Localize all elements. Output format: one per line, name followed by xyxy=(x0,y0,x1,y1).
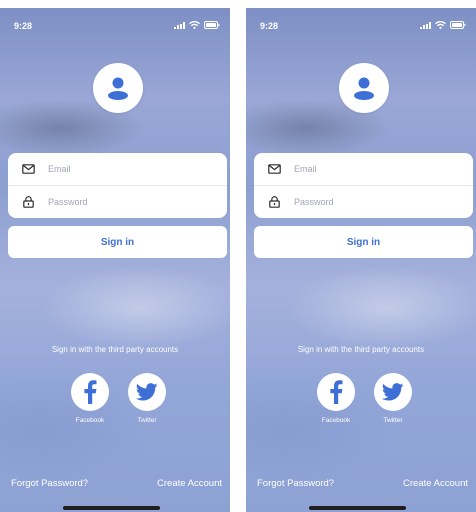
facebook-button[interactable] xyxy=(71,373,109,411)
home-indicator xyxy=(309,506,406,510)
lock-icon xyxy=(254,196,294,208)
avatar xyxy=(339,63,389,113)
mail-icon xyxy=(254,164,294,174)
twitter-label: Twitter xyxy=(383,417,403,424)
status-icons xyxy=(420,21,466,29)
twitter-icon xyxy=(136,383,158,401)
third-party-prompt: Sign in with the third party accounts xyxy=(51,345,179,354)
password-field xyxy=(254,186,473,218)
third-party-prompt: Sign in with the third party accounts xyxy=(297,345,425,354)
email-field xyxy=(8,153,227,185)
forgot-password-link[interactable]: Forgot Password? xyxy=(11,478,88,489)
user-icon xyxy=(354,77,374,100)
twitter-login[interactable]: Twitter xyxy=(363,373,423,424)
twitter-button[interactable] xyxy=(374,373,412,411)
wifi-icon xyxy=(189,21,200,29)
password-input[interactable] xyxy=(48,197,208,207)
lock-icon xyxy=(8,196,48,208)
facebook-login[interactable]: Facebook xyxy=(60,373,120,424)
forgot-password-link[interactable]: Forgot Password? xyxy=(257,478,334,489)
sign-in-button[interactable]: Sign in xyxy=(254,226,473,258)
signal-icon xyxy=(174,21,185,29)
battery-icon xyxy=(450,21,466,29)
facebook-button[interactable] xyxy=(317,373,355,411)
twitter-icon xyxy=(382,383,404,401)
wifi-icon xyxy=(435,21,446,29)
login-form xyxy=(8,153,227,218)
facebook-icon xyxy=(84,380,97,404)
email-field xyxy=(254,153,473,185)
sign-in-button[interactable]: Sign in xyxy=(8,226,227,258)
facebook-icon xyxy=(330,380,343,404)
status-time: 9:28 xyxy=(14,21,33,31)
avatar xyxy=(93,63,143,113)
battery-icon xyxy=(204,21,220,29)
password-input[interactable] xyxy=(294,197,454,207)
twitter-button[interactable] xyxy=(128,373,166,411)
user-icon xyxy=(108,77,128,100)
twitter-label: Twitter xyxy=(137,417,157,424)
facebook-label: Facebook xyxy=(75,417,105,424)
facebook-label: Facebook xyxy=(321,417,351,424)
login-screen-right: 9:28 Sign in Sign in with the thi xyxy=(246,8,476,512)
email-input[interactable] xyxy=(294,164,454,174)
create-account-link[interactable]: Create Account xyxy=(157,478,222,489)
facebook-login[interactable]: Facebook xyxy=(306,373,366,424)
status-icons xyxy=(174,21,220,29)
password-field xyxy=(8,186,227,218)
home-indicator xyxy=(63,506,160,510)
mail-icon xyxy=(8,164,48,174)
email-input[interactable] xyxy=(48,164,208,174)
create-account-link[interactable]: Create Account xyxy=(403,478,468,489)
signal-icon xyxy=(420,21,431,29)
status-time: 9:28 xyxy=(260,21,279,31)
login-screen-left: 9:28 Sign in Sign in with the thi xyxy=(0,8,230,512)
login-form xyxy=(254,153,473,218)
twitter-login[interactable]: Twitter xyxy=(117,373,177,424)
